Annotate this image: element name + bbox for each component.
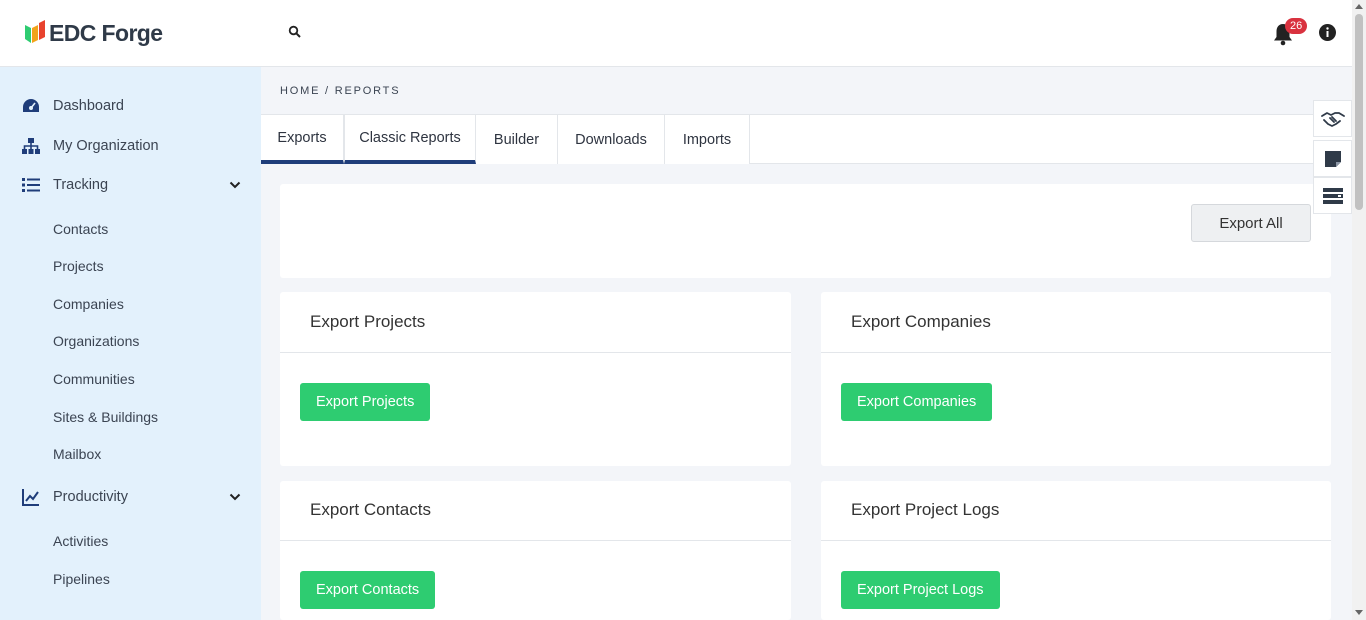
sidebar-item-contacts[interactable]: Contacts [53,221,108,237]
org-chart-icon [22,138,40,154]
sidebar-item-sites-buildings[interactable]: Sites & Buildings [53,409,158,425]
logo-text: EDC Forge [49,19,163,46]
sticky-note-tool-button[interactable] [1313,140,1352,177]
divider [280,540,791,541]
sidebar-item-pipelines[interactable]: Pipelines [53,571,110,587]
sidebar-item-label: Tracking [53,177,109,193]
sidebar-item-dashboard[interactable]: Dashboard [0,88,261,124]
logo[interactable]: EDC Forge [24,19,163,47]
tab-classic-reports[interactable]: Classic Reports [344,115,476,164]
search-icon[interactable] [288,25,302,39]
export-companies-button[interactable]: Export Companies [841,383,993,421]
info-icon[interactable] [1319,24,1336,41]
export-project-logs-card: Export Project Logs Export Project Logs [821,481,1331,620]
export-all-button[interactable]: Export All [1191,204,1311,242]
export-companies-card: Export Companies Export Companies [821,292,1331,466]
tab-exports[interactable]: Exports [261,115,344,164]
sidebar-item-label: Dashboard [53,98,124,114]
card-title: Export Project Logs [851,500,1000,519]
card-title: Export Companies [851,312,991,331]
list-icon [22,178,40,192]
scrollbar-thumb[interactable] [1355,14,1363,210]
tab-downloads[interactable]: Downloads [558,115,665,164]
sidebar-item-communities[interactable]: Communities [53,371,135,387]
chevron-down-icon [229,493,241,501]
card-title: Export Projects [310,312,426,331]
notification-badge: 26 [1285,18,1308,34]
sticky-note-icon [1324,150,1341,167]
top-bar: EDC Forge 26 [0,0,1352,67]
tab-imports[interactable]: Imports [665,115,750,164]
server-tool-button[interactable] [1313,177,1352,214]
line-chart-icon [22,489,39,506]
divider [280,352,791,353]
export-all-card [280,184,1331,278]
vertical-scrollbar[interactable] [1352,0,1366,620]
export-contacts-card: Export Contacts Export Contacts [280,481,791,620]
export-projects-card: Export Projects Export Projects [280,292,791,466]
scroll-up-arrow-icon[interactable] [1355,4,1363,9]
export-contacts-button[interactable]: Export Contacts [300,571,436,609]
sidebar-item-label: Productivity [53,489,128,505]
breadcrumb: HOME / REPORTS [280,85,401,97]
tab-builder[interactable]: Builder [476,115,558,164]
sidebar-item-activities[interactable]: Activities [53,533,108,549]
export-projects-button[interactable]: Export Projects [300,383,431,421]
dashboard-gauge-icon [23,99,39,112]
handshake-tool-button[interactable] [1313,100,1352,137]
divider [821,540,1331,541]
chevron-down-icon [229,181,241,189]
tab-bar: Exports Classic Reports Builder Download… [261,114,1352,164]
sidebar-item-organizations[interactable]: Organizations [53,333,139,349]
sidebar-item-label: My Organization [53,138,159,154]
sidebar-item-mailbox[interactable]: Mailbox [53,446,101,462]
export-project-logs-button[interactable]: Export Project Logs [841,571,1000,609]
server-stack-icon [1322,187,1343,204]
sidebar-item-tracking[interactable]: Tracking [0,167,261,203]
sidebar: Dashboard My Organization Tracking Conta… [0,67,261,620]
sidebar-item-projects[interactable]: Projects [53,258,104,274]
logo-mark-icon [25,20,45,43]
handshake-icon [1320,111,1345,127]
sidebar-item-companies[interactable]: Companies [53,296,124,312]
scroll-down-arrow-icon[interactable] [1355,610,1363,615]
card-title: Export Contacts [310,500,431,519]
sidebar-item-productivity[interactable]: Productivity [0,479,261,515]
sidebar-item-my-organization[interactable]: My Organization [0,128,261,164]
divider [821,352,1331,353]
